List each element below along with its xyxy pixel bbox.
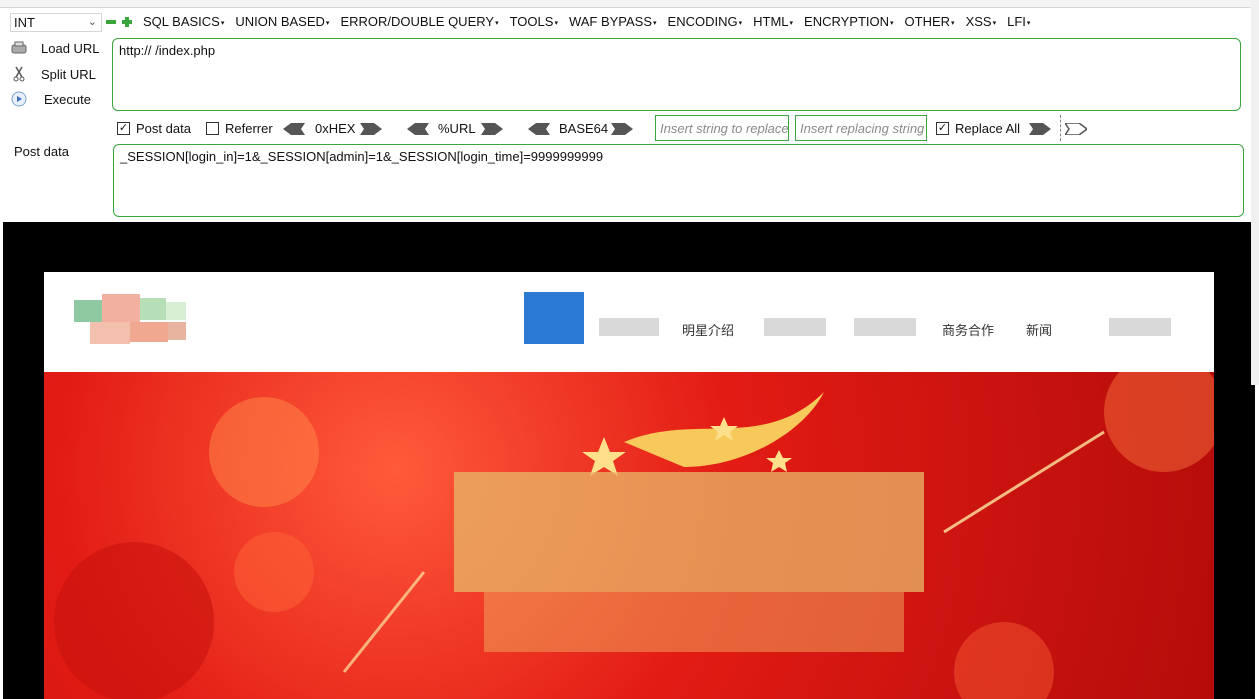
replace-all-arrow-icon[interactable] bbox=[1065, 123, 1087, 135]
menu-xss[interactable]: XSS▾ bbox=[966, 14, 997, 29]
menu-label: ENCODING bbox=[667, 14, 738, 29]
vertical-scrollbar[interactable] bbox=[1251, 0, 1259, 385]
menu-label: OTHER bbox=[904, 14, 951, 29]
execute-button[interactable]: Execute bbox=[10, 90, 91, 108]
play-icon bbox=[10, 90, 28, 108]
menu-other[interactable]: OTHER▾ bbox=[905, 14, 955, 29]
split-url-button[interactable]: Split URL bbox=[10, 65, 96, 83]
encode-url-arrow-icon[interactable] bbox=[481, 123, 503, 135]
menu-lfi[interactable]: LFI▾ bbox=[1007, 14, 1030, 29]
menu-html[interactable]: HTML▾ bbox=[753, 14, 793, 29]
browser-top-strip bbox=[0, 0, 1259, 8]
post-data-section-label: Post data bbox=[14, 144, 69, 159]
site-nav: 明星介绍 商务合作 新闻 bbox=[524, 292, 1184, 352]
base64-label: BASE64 bbox=[559, 121, 609, 136]
dropdown-icon: ▾ bbox=[1026, 19, 1031, 27]
dropdown-icon: ▾ bbox=[325, 19, 330, 27]
dropdown-icon: ▾ bbox=[653, 19, 657, 27]
hex-label: 0xHEX bbox=[315, 121, 356, 136]
menu-label: TOOLS bbox=[509, 14, 554, 29]
menu-encoding[interactable]: ENCODING▾ bbox=[668, 14, 743, 29]
url-input-value: http:// /index.php bbox=[119, 43, 216, 58]
chevron-down-icon: ⌄ bbox=[87, 16, 97, 28]
load-url-button[interactable]: Load URL bbox=[10, 39, 100, 57]
site-header: 明星介绍 商务合作 新闻 bbox=[44, 272, 1214, 372]
menu-error-double-query[interactable]: ERROR/DOUBLE QUERY▾ bbox=[340, 14, 498, 29]
hero-banner bbox=[44, 372, 1214, 699]
minus-icon[interactable] bbox=[106, 17, 116, 27]
replace-all-checkbox[interactable]: ✓ Replace All bbox=[936, 121, 1020, 136]
hero-banner-art bbox=[54, 372, 1214, 699]
replace-arrow-icon[interactable] bbox=[1029, 123, 1051, 135]
nav-item[interactable]: 商务合作 bbox=[942, 320, 994, 339]
menu-label: WAF BYPASS bbox=[568, 14, 653, 29]
decode-base64-arrow-icon[interactable] bbox=[528, 123, 550, 135]
dropdown-icon: ▾ bbox=[789, 19, 794, 27]
nav-item[interactable]: 明星介绍 bbox=[682, 320, 734, 339]
dropdown-icon: ▾ bbox=[738, 19, 743, 27]
menu-sql-basics[interactable]: SQL BASICS▾ bbox=[143, 14, 224, 29]
menu-label: LFI bbox=[1007, 14, 1026, 29]
menu-items: SQL BASICS▾ UNION BASED▾ ERROR/DOUBLE QU… bbox=[143, 14, 1041, 29]
post-data-checkbox[interactable]: ✓ Post data bbox=[117, 121, 191, 136]
dropdown-icon: ▾ bbox=[890, 19, 894, 27]
split-url-label: Split URL bbox=[41, 66, 96, 82]
encode-base64-arrow-icon[interactable] bbox=[611, 123, 633, 135]
post-data-value: _SESSION[login_in]=1&_SESSION[admin]=1&_… bbox=[120, 149, 604, 164]
menu-label: XSS bbox=[965, 14, 992, 29]
plus-icon[interactable] bbox=[122, 17, 132, 27]
url-input[interactable]: http:// /index.php bbox=[112, 38, 1241, 111]
decode-url-arrow-icon[interactable] bbox=[407, 123, 429, 135]
replace-string-input[interactable]: Insert string to replace bbox=[655, 115, 789, 141]
mode-select-value: INT bbox=[14, 15, 35, 30]
nav-active-item[interactable] bbox=[524, 292, 584, 344]
nav-item[interactable]: 新闻 bbox=[1026, 320, 1052, 339]
post-data-checkbox-label: Post data bbox=[136, 121, 191, 136]
post-data-input[interactable]: _SESSION[login_in]=1&_SESSION[admin]=1&_… bbox=[113, 144, 1244, 217]
nav-item-blurred[interactable] bbox=[1109, 318, 1171, 336]
hackbar-panel: INT ⌄ SQL BASICS▾ UNION BASED▾ ERROR/DOU… bbox=[0, 8, 1259, 222]
menu-union-based[interactable]: UNION BASED▾ bbox=[235, 14, 329, 29]
load-url-label: Load URL bbox=[41, 40, 100, 56]
replace-string-placeholder: Insert string to replace bbox=[660, 121, 789, 136]
checkbox-box bbox=[206, 122, 219, 135]
hackbar-menu-bar: INT ⌄ SQL BASICS▾ UNION BASED▾ ERROR/DOU… bbox=[0, 13, 1259, 33]
decode-hex-arrow-icon[interactable] bbox=[283, 123, 305, 135]
nav-item-blurred[interactable] bbox=[764, 318, 826, 336]
dropdown-icon: ▾ bbox=[951, 19, 955, 27]
replace-all-label: Replace All bbox=[955, 121, 1021, 136]
mode-select[interactable]: INT ⌄ bbox=[10, 13, 102, 32]
nav-item-blurred[interactable] bbox=[854, 318, 916, 336]
checkbox-box: ✓ bbox=[117, 122, 130, 135]
checkbox-box: ✓ bbox=[936, 122, 949, 135]
replacing-string-input[interactable]: Insert replacing string bbox=[795, 115, 927, 141]
dropdown-icon: ▾ bbox=[495, 19, 499, 27]
referrer-checkbox[interactable]: Referrer bbox=[206, 121, 273, 136]
menu-label: SQL BASICS bbox=[143, 14, 220, 29]
nav-item-blurred[interactable] bbox=[599, 318, 659, 336]
execute-label: Execute bbox=[44, 91, 91, 107]
options-row: ✓ Post data Referrer 0xHEX %URL BASE64 I… bbox=[117, 115, 1217, 141]
dropdown-icon: ▾ bbox=[554, 19, 558, 27]
page-viewport: 明星介绍 商务合作 新闻 bbox=[3, 222, 1255, 699]
menu-waf-bypass[interactable]: WAF BYPASS▾ bbox=[569, 14, 657, 29]
referrer-checkbox-label: Referrer bbox=[225, 121, 273, 136]
menu-label: ENCRYPTION bbox=[804, 14, 890, 29]
dropdown-icon: ▾ bbox=[992, 19, 997, 27]
dropdown-icon: ▾ bbox=[220, 19, 225, 27]
site-logo bbox=[74, 294, 186, 344]
load-url-icon bbox=[10, 39, 28, 57]
menu-encryption[interactable]: ENCRYPTION▾ bbox=[804, 14, 894, 29]
encode-hex-arrow-icon[interactable] bbox=[360, 123, 382, 135]
replacing-string-placeholder: Insert replacing string bbox=[800, 121, 925, 136]
scissors-icon bbox=[10, 65, 28, 83]
url-encoding-label: %URL bbox=[438, 121, 476, 136]
menu-tools[interactable]: TOOLS▾ bbox=[510, 14, 558, 29]
menu-label: HTML bbox=[753, 14, 789, 29]
menu-label: UNION BASED bbox=[235, 14, 325, 29]
menu-label: ERROR/DOUBLE QUERY bbox=[340, 14, 495, 29]
separator bbox=[1060, 115, 1061, 141]
